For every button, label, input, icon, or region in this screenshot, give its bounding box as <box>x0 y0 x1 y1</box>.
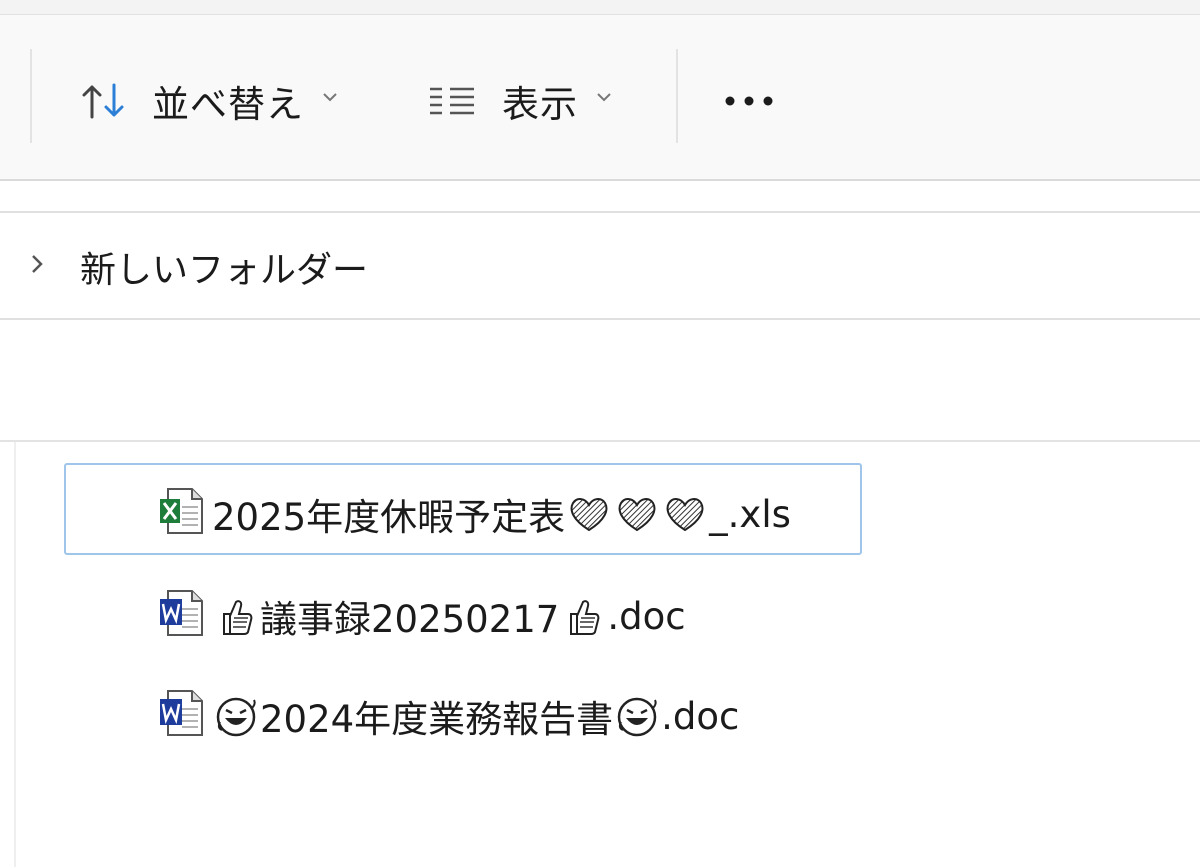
file-name-suffix: .doc <box>607 594 686 638</box>
laughing-face-icon <box>615 694 659 738</box>
toolbar-divider-left <box>30 49 32 143</box>
heart-emoji-icon <box>567 492 611 536</box>
file-item-word-report[interactable]: 2024年度業務報告書 .doc <box>64 665 862 757</box>
toolbar-gap <box>0 181 1200 213</box>
command-bar: 並べ替え 表示 <box>0 15 1200 181</box>
view-label: 表示 <box>502 83 578 126</box>
more-options-button[interactable] <box>722 69 778 133</box>
nav-folder-row[interactable]: 新しいフォルダー <box>0 213 1200 320</box>
file-name-suffix: .doc <box>661 694 740 738</box>
chevron-down-icon <box>596 87 612 106</box>
more-icon <box>722 91 778 111</box>
folder-label: 新しいフォルダー <box>80 250 369 291</box>
heart-emoji-icon <box>615 492 659 536</box>
chevron-right-icon[interactable] <box>30 253 44 279</box>
file-name-prefix: 2024年度業務報告書 <box>260 698 614 741</box>
file-name: 2024年度業務報告書 .doc <box>212 689 739 743</box>
file-name-prefix: 議事録20250217 <box>260 598 560 641</box>
toolbar-divider-right <box>676 49 678 143</box>
blank-area <box>0 320 1200 442</box>
excel-file-icon <box>158 487 204 535</box>
file-item-word-minutes[interactable]: 議事録20250217 .doc <box>64 565 862 657</box>
thumbs-up-icon <box>214 594 258 638</box>
window-top-strip <box>0 0 1200 15</box>
thumbs-up-icon <box>561 594 605 638</box>
word-file-icon <box>158 589 204 637</box>
file-item-excel[interactable]: 2025年度休暇予定表 _.xls <box>64 463 862 555</box>
view-button[interactable]: 表示 <box>428 69 612 133</box>
sort-icon <box>80 79 130 123</box>
file-name-suffix: _.xls <box>709 492 791 536</box>
file-name: 議事録20250217 .doc <box>212 589 686 643</box>
heart-emoji-icon <box>663 492 707 536</box>
file-name: 2025年度休暇予定表 _.xls <box>212 487 791 541</box>
chevron-down-icon <box>322 87 338 106</box>
list-view-icon <box>428 79 478 123</box>
file-name-prefix: 2025年度休暇予定表 <box>212 496 566 539</box>
word-file-icon <box>158 689 204 737</box>
sort-button[interactable]: 並べ替え <box>80 69 338 133</box>
laughing-face-icon <box>214 694 258 738</box>
sort-label: 並べ替え <box>152 83 304 126</box>
file-list-left-border <box>14 442 16 867</box>
